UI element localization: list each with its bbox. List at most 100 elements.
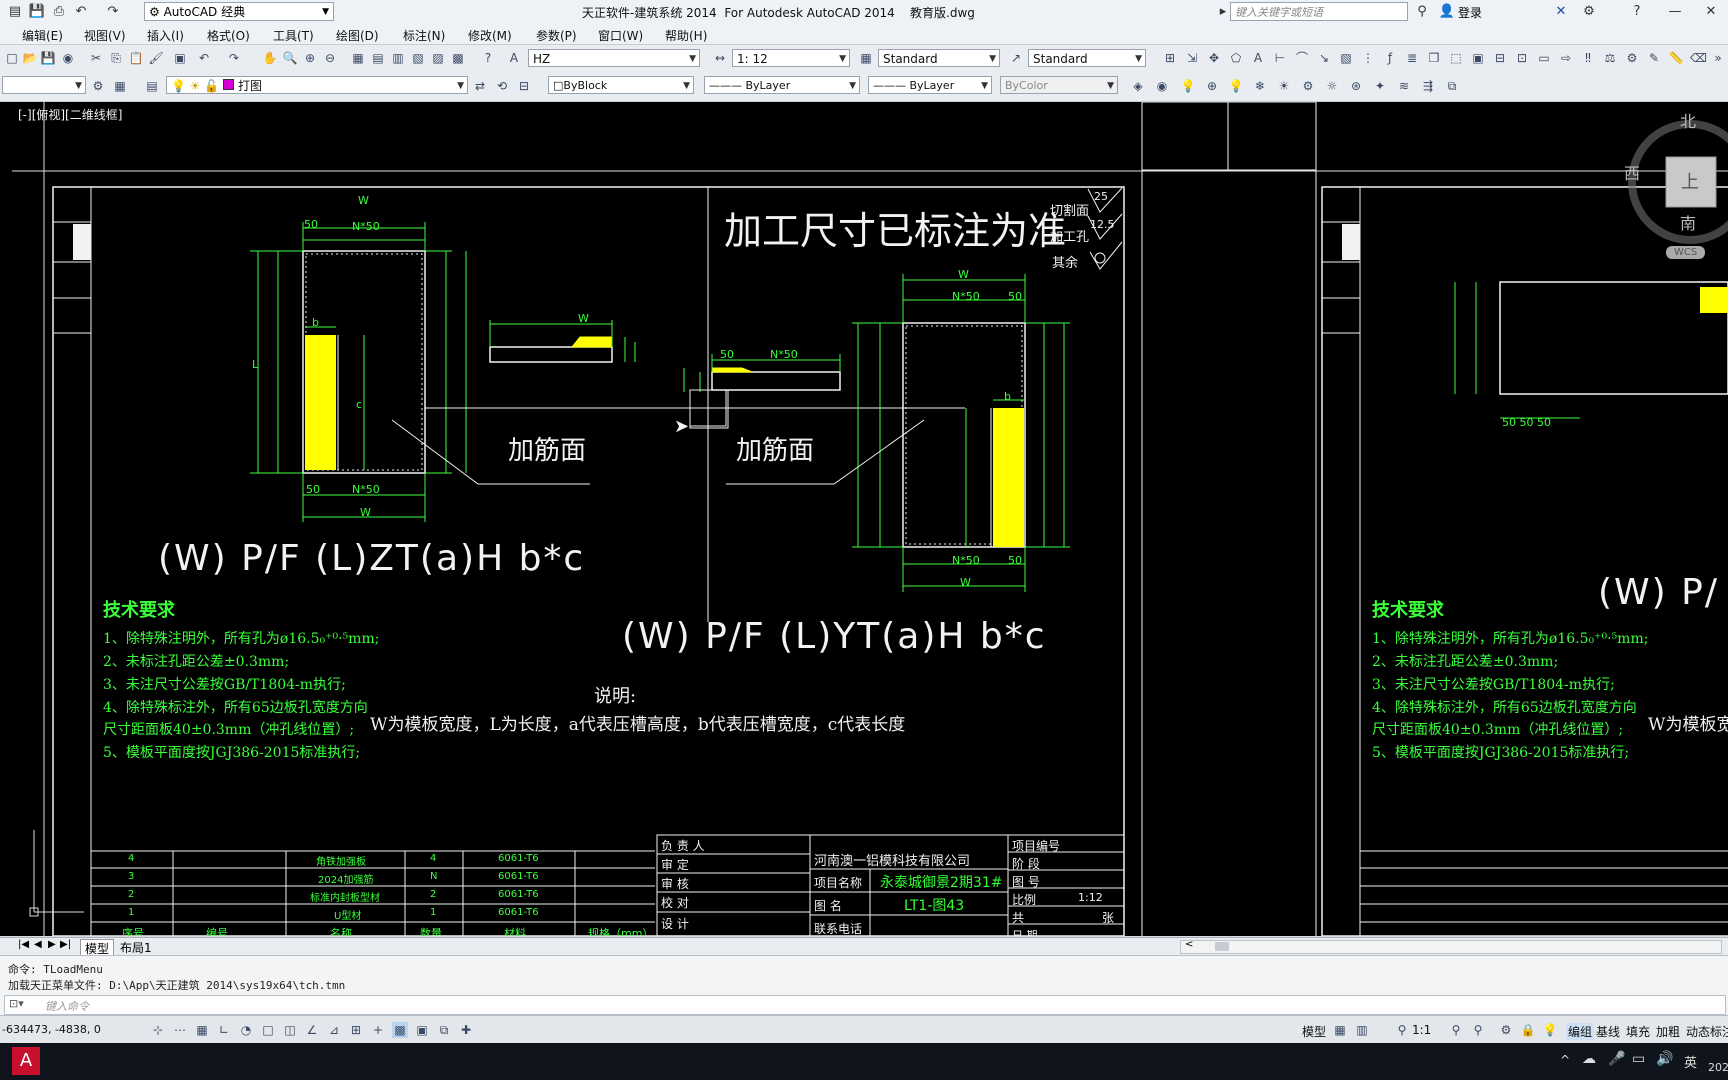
leader-icon[interactable]: ↘: [1316, 50, 1332, 66]
status-baseline[interactable]: 基线: [1596, 1023, 1620, 1040]
multileader-style-icon[interactable]: ↗: [1008, 50, 1024, 66]
menu-tools[interactable]: 工具(T): [273, 27, 314, 44]
save-icon[interactable]: 💾: [28, 3, 46, 20]
table-style-icon[interactable]: ▦: [858, 50, 874, 66]
layer-copy-icon[interactable]: ⧉: [1444, 78, 1460, 94]
status-bold[interactable]: 加粗: [1656, 1023, 1680, 1040]
grid-icon[interactable]: ▦: [194, 1022, 210, 1038]
measure-icon[interactable]: ⚖: [1602, 50, 1618, 66]
status-fill[interactable]: 填充: [1626, 1023, 1650, 1040]
paste-icon[interactable]: 📋: [128, 50, 144, 66]
text-style-icon[interactable]: A: [506, 50, 522, 66]
viewcube-north[interactable]: 北: [1680, 108, 1696, 132]
menu-help[interactable]: 帮助(H): [665, 27, 707, 44]
layer-tool-icon[interactable]: ◈: [1130, 78, 1146, 94]
binoculars-icon[interactable]: ⚲: [1413, 3, 1431, 20]
layer-merge-icon[interactable]: ⊛: [1348, 78, 1364, 94]
layer-lock-icon[interactable]: ⚙: [1300, 78, 1316, 94]
annotation-scale-value[interactable]: 1:1: [1412, 1023, 1431, 1037]
quick-view-layouts-icon[interactable]: ▦: [1332, 1022, 1348, 1038]
viewcube-south[interactable]: 南: [1680, 210, 1696, 234]
undo-icon[interactable]: ↶: [72, 3, 90, 20]
lock-ui-icon[interactable]: 🔒: [1520, 1022, 1536, 1038]
autodesk360-icon[interactable]: ⚙: [1580, 3, 1598, 20]
layer-on-icon[interactable]: 💡: [1228, 78, 1244, 94]
sheet-set-icon[interactable]: ▧: [410, 50, 426, 66]
cut-icon[interactable]: ✂: [88, 50, 104, 66]
coordinates-readout[interactable]: -634473, -4838, 0: [2, 1023, 101, 1036]
app-menu-icon[interactable]: ▤: [6, 3, 24, 20]
status-dynamic-dim[interactable]: 动态标注: [1686, 1023, 1728, 1040]
horizontal-scrollbar[interactable]: <: [1180, 939, 1722, 954]
copy-icon[interactable]: ⎘: [108, 50, 124, 66]
drawing-canvas[interactable]: [-][俯视][二维线框] 北 西 南 上 WCS 切割面 加工孔 其余 25 …: [0, 102, 1728, 936]
layer-isolate-icon[interactable]: ⊕: [1204, 78, 1220, 94]
microphone-icon[interactable]: 🎤: [1608, 1051, 1625, 1067]
layer-stack-icon[interactable]: ≋: [1396, 78, 1412, 94]
named-views-icon[interactable]: ⚙: [90, 78, 106, 94]
model-space-button[interactable]: 模型: [1302, 1023, 1326, 1040]
layer-match-icon[interactable]: ⇶: [1420, 78, 1436, 94]
array-icon[interactable]: ⋮: [1360, 50, 1376, 66]
tab-layout1[interactable]: 布局1: [120, 939, 152, 956]
status-group[interactable]: 编组: [1566, 1023, 1595, 1040]
tool-palettes-icon[interactable]: ▥: [390, 50, 406, 66]
box-icon[interactable]: ⬚: [1448, 50, 1464, 66]
3d-osnap-icon[interactable]: ◫: [282, 1022, 298, 1038]
tab-nav-next-icon[interactable]: ▶: [48, 939, 56, 950]
osnap-icon[interactable]: □: [260, 1022, 276, 1038]
dyn-icon[interactable]: ⊞: [348, 1022, 364, 1038]
pen-icon[interactable]: ✎: [1646, 50, 1662, 66]
redo-icon[interactable]: ↷: [104, 3, 122, 20]
network-icon[interactable]: ▭: [1632, 1051, 1645, 1067]
dimension-icon[interactable]: ⊢: [1272, 50, 1288, 66]
zoom-realtime-icon[interactable]: 🔍: [282, 50, 298, 66]
cube-icon[interactable]: ▣: [1470, 50, 1486, 66]
menu-dimension[interactable]: 标注(N): [403, 27, 445, 44]
table-style-select[interactable]: Standard ▼: [1028, 49, 1146, 67]
ortho-icon[interactable]: ∟: [216, 1022, 232, 1038]
menu-draw[interactable]: 绘图(D): [336, 27, 379, 44]
door-icon[interactable]: ⊟: [1492, 50, 1508, 66]
zoom-previous-icon[interactable]: ⊖: [322, 50, 338, 66]
save-icon[interactable]: 💾: [40, 50, 56, 66]
new-icon[interactable]: □: [4, 50, 20, 66]
command-input[interactable]: ⊡▾ 键入命令: [4, 995, 1726, 1015]
linetype-select[interactable]: ——— ByLayer ▼: [704, 76, 860, 94]
viewport-label[interactable]: [-][俯视][二维线框]: [18, 106, 122, 123]
arrow-right-icon[interactable]: ⇨: [1558, 50, 1574, 66]
make-current-layer-icon[interactable]: ⇄: [472, 78, 488, 94]
layer-previous-icon[interactable]: ⟲: [494, 78, 510, 94]
exchange-icon[interactable]: ✕: [1552, 3, 1570, 20]
tab-nav-last-icon[interactable]: ▶|: [60, 939, 71, 950]
markup-icon[interactable]: ▨: [430, 50, 446, 66]
open-icon[interactable]: 📂: [22, 50, 38, 66]
settings-icon[interactable]: ⚙: [1624, 50, 1640, 66]
layer-properties-icon[interactable]: ▤: [144, 78, 160, 94]
scroll-thumb[interactable]: [1215, 942, 1229, 951]
auto-scale-icon[interactable]: ⚲: [1470, 1022, 1486, 1038]
close-icon[interactable]: ✕: [1702, 3, 1720, 20]
lineweight-icon[interactable]: +: [370, 1022, 386, 1038]
design-center-icon[interactable]: ▤: [370, 50, 386, 66]
selection-cycling-icon[interactable]: ⧉: [436, 1022, 452, 1038]
scroll-left-icon[interactable]: <: [1185, 939, 1193, 950]
zoom-window-icon[interactable]: ⊕: [302, 50, 318, 66]
hatch-icon[interactable]: ▧: [1338, 50, 1354, 66]
clock-date[interactable]: 202: [1708, 1061, 1728, 1074]
menu-insert[interactable]: 插入(I): [147, 27, 184, 44]
tab-nav-prev-icon[interactable]: ◀: [34, 939, 42, 950]
menu-format[interactable]: 格式(O): [207, 27, 250, 44]
print-icon[interactable]: ⎙: [50, 3, 68, 20]
viewport-icon[interactable]: ▦: [112, 78, 128, 94]
help-icon[interactable]: ?: [1628, 3, 1646, 20]
layer-walk-icon[interactable]: ◉: [1154, 78, 1170, 94]
tangent-icon[interactable]: ⊞: [1162, 50, 1178, 66]
view-select[interactable]: ▼: [2, 76, 86, 94]
menu-modify[interactable]: 修改(M): [468, 27, 512, 44]
menu-edit[interactable]: 编辑(E): [22, 27, 63, 44]
viewcube-west[interactable]: 西: [1624, 160, 1640, 184]
volume-icon[interactable]: 🔊: [1656, 1051, 1673, 1067]
tab-nav-first-icon[interactable]: |◀: [18, 939, 29, 950]
mtext-icon[interactable]: A: [1250, 50, 1266, 66]
